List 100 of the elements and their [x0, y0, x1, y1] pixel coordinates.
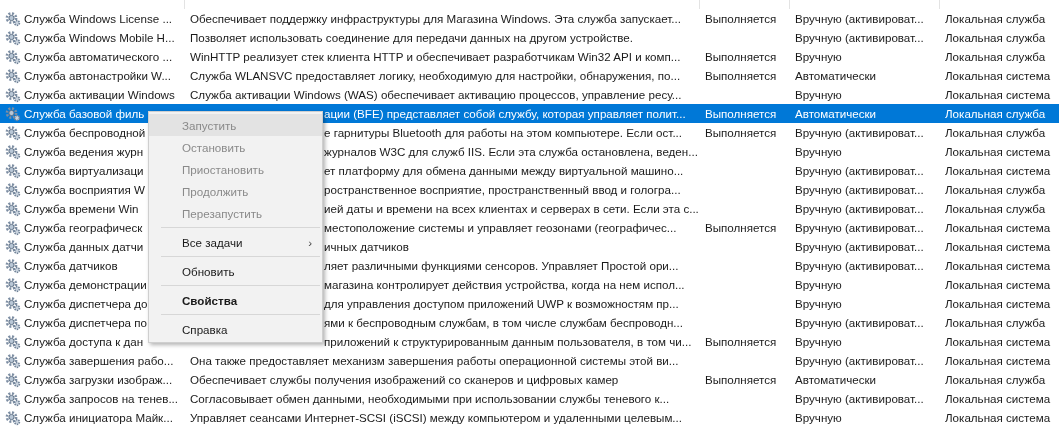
service-name: Служба данных датчи [24, 240, 144, 253]
gear-icon [5, 48, 21, 65]
service-name: Служба географическ [24, 221, 143, 234]
service-description: ет платформу для обмена данными между виртуальной машино... [324, 164, 684, 177]
startup-type: Вручную [795, 411, 842, 424]
service-name: Служба Windows License ... [24, 12, 173, 25]
service-description: ляет различными функциями сенсоров. Управляет Простой ори... [324, 259, 679, 272]
gear-icon [5, 314, 21, 331]
service-name: Служба времени Win [24, 202, 139, 215]
menu-item[interactable]: Обновить [149, 260, 322, 282]
service-name: Служба диспетчера до [24, 297, 148, 310]
service-status: Выполняется [705, 126, 777, 139]
service-description: Обеспечивает службы получения изображений со сканеров и цифровых камер [190, 373, 619, 386]
gear-icon [5, 352, 21, 369]
service-description: Позволяет использовать соединение для передачи данных на другом устройстве. [190, 31, 633, 44]
service-name: Служба автонастройки W... [24, 69, 172, 82]
gear-icon [5, 200, 21, 217]
service-name: Служба завершения рабо... [24, 354, 174, 367]
startup-type: Вручную [795, 297, 842, 310]
gear-icon [5, 257, 21, 274]
service-description: журналов W3C для служб IIS. Если эта служба остановлена, веден... [324, 145, 698, 158]
service-name: Служба базовой филь [24, 107, 145, 120]
log-on-as: Локальная служба [945, 31, 1046, 44]
gear-icon [5, 219, 21, 236]
service-name: Служба диспетчера по [24, 316, 147, 329]
service-description: Обеспечивает поддержку инфраструктуры для Магазина Windows. Эта служба запускает... [190, 12, 681, 25]
submenu-arrow: › [308, 235, 312, 249]
gear-icon [5, 29, 21, 46]
service-description: ией даты и времени на всех клиентах и серверах в сети. Если эта с... [324, 202, 699, 215]
log-on-as: Локальная система [945, 88, 1051, 101]
service-status: Выполняется [705, 221, 777, 234]
startup-type: Вручную (активироват... [795, 354, 924, 367]
log-on-as: Локальная система [945, 69, 1051, 82]
service-name: Служба активации Windows [24, 88, 175, 101]
service-status: Выполняется [705, 107, 777, 120]
startup-type: Вручную (активироват... [795, 164, 924, 177]
log-on-as: Локальная служба [945, 316, 1046, 329]
service-description: е гарнитуры Bluetooth для работы на этом компьютере. Если ост... [324, 126, 683, 139]
service-description: магазина контролирует действия устройства, когда на нем испол... [324, 278, 685, 291]
log-on-as: Локальная служба [945, 12, 1046, 25]
startup-type: Автоматически [795, 107, 877, 120]
gear-icon [5, 238, 21, 255]
startup-type: Вручную (активироват... [795, 202, 924, 215]
service-description: для управления доступом приложений UWP к возможностям пр... [324, 297, 679, 310]
gear-icon [5, 143, 21, 160]
menu-item[interactable]: Свойства [149, 289, 322, 311]
log-on-as: Локальная система [945, 221, 1051, 234]
service-name: Служба загрузки изображ... [24, 373, 173, 386]
service-description: ями к беспроводным службам, в том числе службам беспроводн... [324, 316, 683, 329]
startup-type: Вручную [795, 335, 842, 348]
service-description: Она также предоставляет механизм завершения работы операционной системы этой ви... [190, 354, 679, 367]
log-on-as: Локальная служба [945, 202, 1046, 215]
log-on-as: Локальная система [945, 354, 1051, 367]
gear-icon [5, 371, 21, 388]
service-name: Служба восприятия W [24, 183, 145, 196]
service-status: Выполняется [705, 69, 777, 82]
log-on-as: Локальная служба [945, 107, 1046, 120]
service-description: Служба WLANSVC предоставляет логику, необходимую для настройки, обнаружения, по... [190, 69, 681, 82]
log-on-as: Локальная служба [945, 126, 1046, 139]
gear-icon [5, 276, 21, 293]
service-description: WinHTTP реализует стек клиента HTTP и обеспечивает разработчикам Win32 API и комп... [190, 50, 681, 63]
startup-type: Вручную (активироват... [795, 183, 924, 196]
service-description: Служба активации Windows (WAS) обеспечивает активацию процессов, управление ресу... [190, 88, 682, 101]
menu-item[interactable]: Справка [149, 318, 322, 340]
log-on-as: Локальная система [945, 259, 1051, 272]
log-on-as: Локальная служба [945, 373, 1046, 386]
gear-icon [5, 10, 21, 27]
startup-type: Вручную (активироват... [795, 221, 924, 234]
startup-type: Вручную (активироват... [795, 316, 924, 329]
service-description: Управляет сеансами Интернет-SCSI (iSCSI) между компьютером и удаленными целевым... [190, 411, 683, 424]
log-on-as: Локальная служба [945, 183, 1046, 196]
log-on-as: Локальная система [945, 278, 1051, 291]
log-on-as: Локальная система [945, 335, 1051, 348]
selected-row-highlight[interactable]: Служба базовой филь ации (BFE) представляет собой службу, которая управляет полит... Выполняется Автоматически Локальная служба [0, 104, 1059, 123]
service-name: Служба датчиков [24, 259, 118, 272]
gear-icon [5, 390, 21, 407]
log-on-as: Локальная система [945, 297, 1051, 310]
service-status: Выполняется [705, 335, 777, 348]
menu-item[interactable]: Все задачи › [149, 231, 322, 253]
service-name: Служба инициатора Майк... [24, 411, 173, 424]
gear-icon [5, 333, 21, 350]
startup-type: Вручную (активироват... [795, 240, 924, 253]
service-description: ичных датчиков [324, 240, 409, 253]
gear-icon [5, 124, 21, 141]
log-on-as: Локальная система [945, 164, 1051, 177]
log-on-as: Локальная система [945, 145, 1051, 158]
service-name: Служба ведения журн [24, 145, 144, 158]
startup-type: Вручную (активироват... [795, 31, 924, 44]
log-on-as: Локальная служба [945, 50, 1046, 63]
service-description: приложений к структурированным данным пользователя, в том чи... [324, 335, 692, 348]
service-description: ации (BFE) представляет собой службу, которая управляет полит... [324, 107, 686, 120]
service-name: Служба запросов на тенев... [24, 392, 179, 405]
startup-type: Вручную (активироват... [795, 12, 924, 25]
log-on-as: Локальная система [945, 240, 1051, 253]
startup-type: Вручную [795, 278, 842, 291]
log-on-as: Локальная система [945, 411, 1051, 424]
service-name: Служба виртуализаци [24, 164, 144, 177]
service-status: Выполняется [705, 12, 777, 25]
gear-icon [5, 162, 21, 179]
service-name: Служба демонстрации [24, 278, 147, 291]
